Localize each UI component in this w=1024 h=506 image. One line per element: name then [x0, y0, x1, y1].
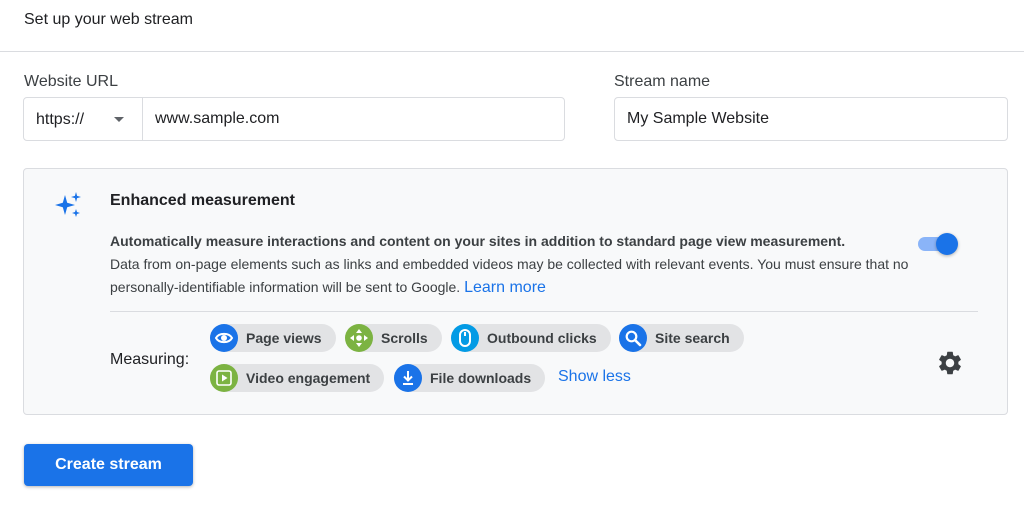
eye-icon	[210, 324, 238, 352]
chip-label: Page views	[246, 330, 322, 346]
protocol-value: https://	[36, 111, 85, 128]
chip-site-search: Site search	[619, 324, 744, 352]
toggle-thumb	[936, 233, 958, 255]
divider	[110, 311, 978, 312]
chip-outbound-clicks: Outbound clicks	[451, 324, 611, 352]
page-header: Set up your web stream	[0, 0, 1024, 52]
chip-video-engagement: Video engagement	[210, 364, 385, 392]
chip-label: Site search	[655, 330, 730, 346]
chip-label: Outbound clicks	[487, 330, 597, 346]
chip-label: Scrolls	[381, 330, 428, 346]
chip-label: Video engagement	[246, 370, 371, 386]
learn-more-link[interactable]: Learn more	[464, 279, 546, 296]
enhanced-measurement-toggle[interactable]	[916, 232, 960, 255]
dropdown-arrow-icon	[114, 117, 124, 122]
mouse-icon	[451, 324, 479, 352]
enhanced-description: Data from on-page elements such as links…	[110, 253, 910, 299]
chip-page-views: Page views	[210, 324, 336, 352]
gear-icon[interactable]	[936, 349, 964, 377]
chip-label: File downloads	[430, 370, 532, 386]
stream-name-input[interactable]	[614, 97, 1008, 141]
website-url-label: Website URL	[24, 73, 118, 90]
sparkle-icon	[55, 192, 81, 217]
chip-scrolls: Scrolls	[345, 324, 442, 352]
measuring-label: Measuring:	[110, 351, 190, 368]
search-icon	[619, 324, 647, 352]
scroll-icon	[345, 324, 373, 352]
website-url-input[interactable]	[144, 98, 564, 140]
play-icon	[210, 364, 238, 392]
chip-file-downloads: File downloads	[394, 364, 546, 392]
enhanced-measurement-panel: Enhanced measurement Automatically measu…	[23, 168, 1008, 415]
stream-name-label: Stream name	[614, 73, 711, 90]
page-title: Set up your web stream	[24, 11, 193, 28]
show-less-link[interactable]: Show less	[558, 368, 631, 386]
protocol-select[interactable]: https://	[24, 98, 143, 140]
create-stream-button[interactable]: Create stream	[24, 444, 193, 486]
enhanced-measurement-title: Enhanced measurement	[110, 192, 295, 209]
enhanced-description-strong: Automatically measure interactions and c…	[110, 233, 846, 249]
download-icon	[394, 364, 422, 392]
website-url-field: https://	[23, 97, 565, 141]
